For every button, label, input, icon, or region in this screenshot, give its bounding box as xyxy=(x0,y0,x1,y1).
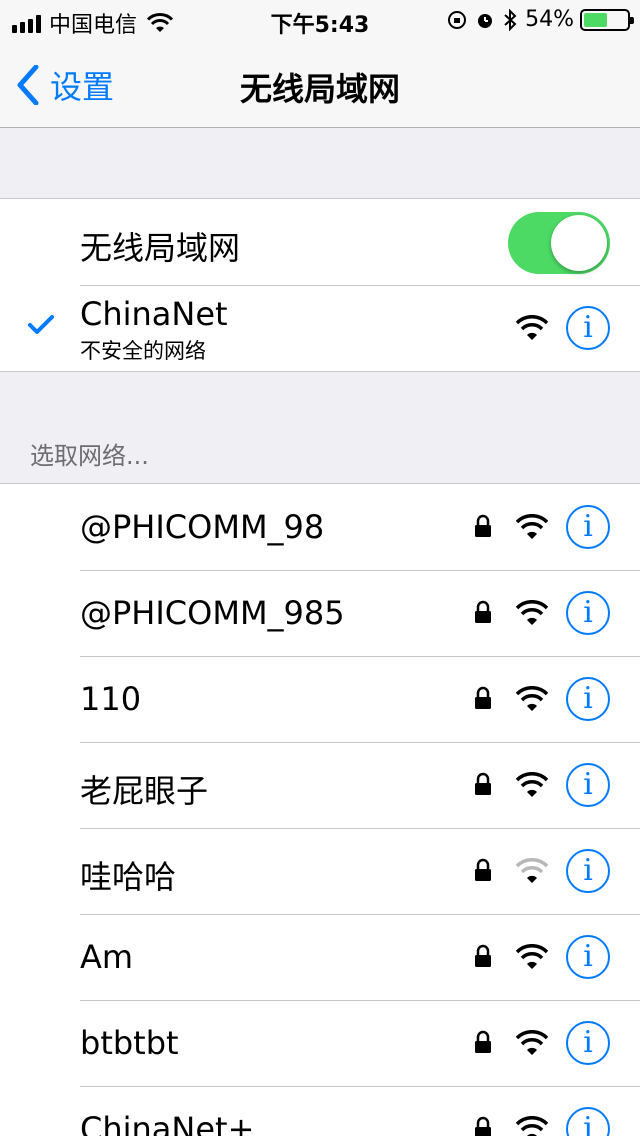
status-bar: 中国电信 下午5:43 54% xyxy=(0,0,640,40)
wifi-toggle-row: 无线局域网 xyxy=(0,199,640,285)
network-name: @PHICOMM_985 xyxy=(80,594,345,632)
wifi-signal-icon xyxy=(516,1030,548,1055)
network-row[interactable]: 老屁眼子 i xyxy=(0,742,640,828)
lock-icon xyxy=(475,858,491,881)
connected-network-name: ChinaNet xyxy=(80,295,228,333)
info-button[interactable]: i xyxy=(566,505,610,549)
battery-nub xyxy=(630,16,634,24)
wifi-signal-icon xyxy=(516,514,548,539)
orientation-lock-icon xyxy=(448,10,467,29)
battery-icon xyxy=(580,8,634,31)
checkmark-icon xyxy=(28,315,54,334)
info-button[interactable]: i xyxy=(566,763,610,807)
connected-network-subtitle: 不安全的网络 xyxy=(80,339,206,363)
info-button[interactable]: i xyxy=(566,591,610,635)
info-button[interactable]: i xyxy=(566,306,610,350)
status-right: 54% xyxy=(439,7,634,32)
network-name: 110 xyxy=(80,680,142,718)
wifi-toggle-label: 无线局域网 xyxy=(80,229,241,267)
alarm-icon xyxy=(478,13,493,28)
lock-icon xyxy=(475,1030,491,1053)
network-row[interactable]: 110 i xyxy=(0,656,640,742)
battery-fill xyxy=(584,12,607,27)
navigation-bar: 设置 无线局域网 xyxy=(0,40,640,128)
network-row[interactable]: ChinaNet+ i xyxy=(0,1086,640,1136)
wifi-settings-group: 无线局域网 ChinaNet 不安全的网络 i xyxy=(0,198,640,372)
wifi-signal-icon xyxy=(516,1116,548,1136)
network-row[interactable]: Am i xyxy=(0,914,640,1000)
info-button[interactable]: i xyxy=(566,935,610,979)
wifi-signal-icon xyxy=(516,686,548,711)
network-name: 老屁眼子 xyxy=(80,772,209,810)
battery-percent: 54% xyxy=(525,7,574,32)
lock-icon xyxy=(475,514,491,537)
info-button[interactable]: i xyxy=(566,677,610,721)
network-name: @PHICOMM_98 xyxy=(80,508,325,546)
info-button[interactable]: i xyxy=(566,849,610,893)
network-name: 哇哈哈 xyxy=(80,858,177,896)
network-name: btbtbt xyxy=(80,1024,179,1062)
network-list: @PHICOMM_98 i @PHICOMM_985 i 110 i 老屁眼子 i 哇哈哈 i Am… xyxy=(0,483,640,1136)
network-row[interactable]: @PHICOMM_98 i xyxy=(0,484,640,570)
lock-icon xyxy=(475,772,491,795)
network-name: ChinaNet+ xyxy=(80,1110,255,1136)
lock-icon xyxy=(475,1116,491,1136)
network-name: Am xyxy=(80,938,134,976)
wifi-signal-icon xyxy=(516,858,548,883)
section-header: 选取网络... xyxy=(30,442,149,470)
wifi-signal-icon xyxy=(516,600,548,625)
lock-icon xyxy=(475,686,491,709)
lock-icon xyxy=(475,944,491,967)
network-row[interactable]: 哇哈哈 i xyxy=(0,828,640,914)
info-button[interactable]: i xyxy=(566,1107,610,1136)
bluetooth-icon xyxy=(504,8,517,31)
network-row[interactable]: btbtbt i xyxy=(0,1000,640,1086)
lock-icon xyxy=(475,600,491,623)
toggle-knob xyxy=(551,215,607,271)
info-button[interactable]: i xyxy=(566,1021,610,1065)
network-row[interactable]: @PHICOMM_985 i xyxy=(0,570,640,656)
page-title: 无线局域网 xyxy=(239,70,400,108)
wifi-toggle-switch[interactable] xyxy=(508,212,610,274)
wifi-signal-icon xyxy=(516,944,548,969)
connected-network-row[interactable]: ChinaNet 不安全的网络 i xyxy=(0,285,640,371)
wifi-signal-icon xyxy=(516,315,548,340)
wifi-signal-icon xyxy=(516,772,548,797)
